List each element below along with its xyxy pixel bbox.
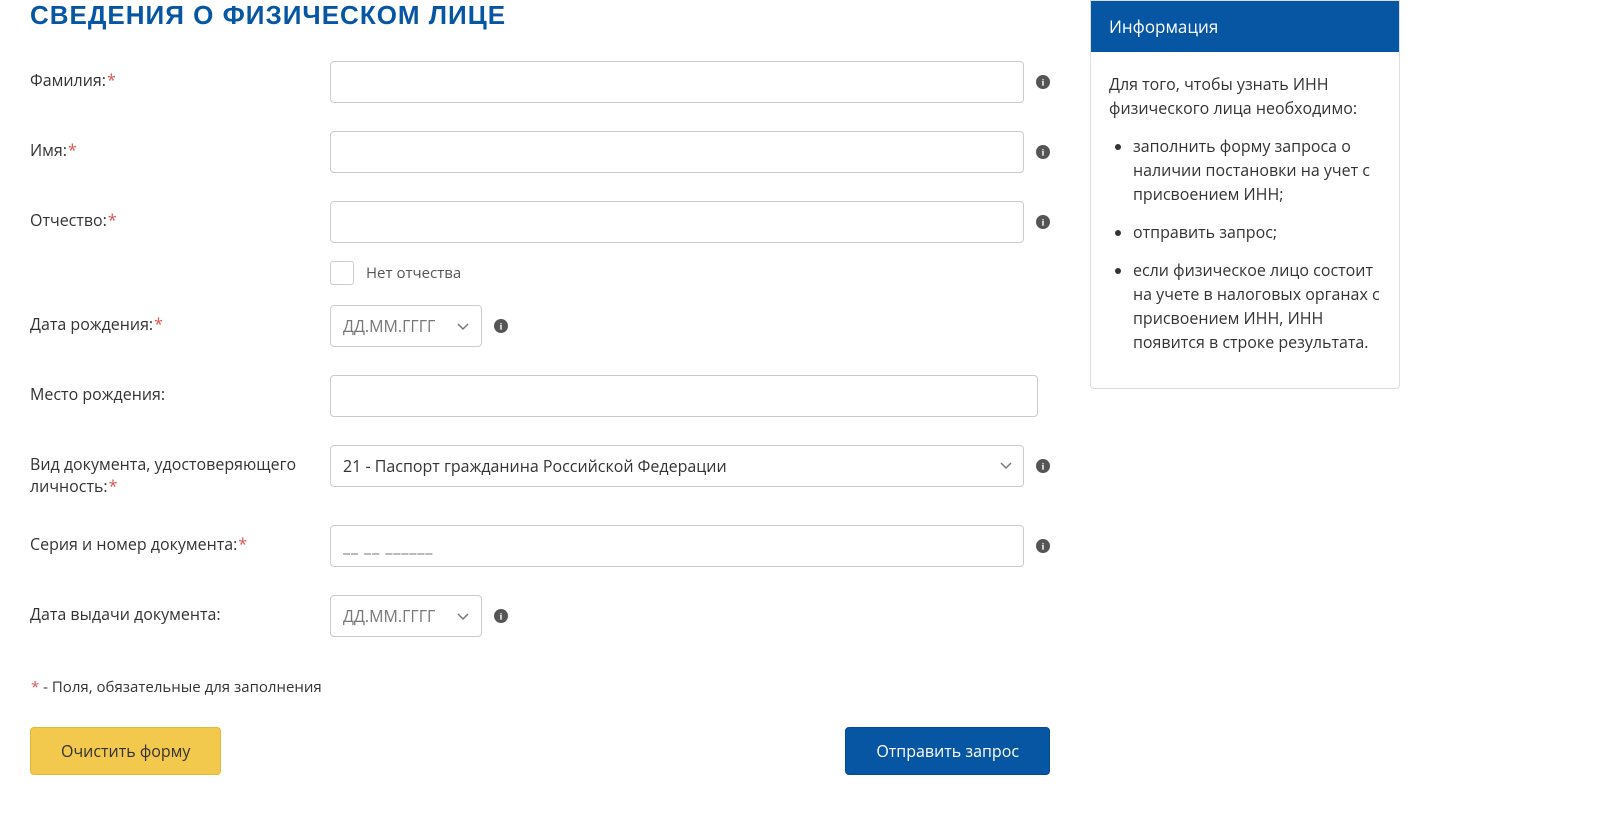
birth-date-row: Дата рождения:* ДД.ММ.ГГГГ i xyxy=(30,305,1050,347)
info-icon[interactable]: i xyxy=(494,609,508,623)
page-title: СВЕДЕНИЯ О ФИЗИЧЕСКОМ ЛИЦЕ xyxy=(30,0,1050,31)
name-label: Имя:* xyxy=(30,131,330,161)
svg-text:i: i xyxy=(500,612,503,623)
doc-number-row: Серия и номер документа:* i xyxy=(30,525,1050,567)
doc-number-label: Серия и номер документа:* xyxy=(30,525,330,555)
svg-text:i: i xyxy=(500,322,503,333)
no-patronymic-checkbox[interactable] xyxy=(330,261,354,285)
sidebar: Информация Для того, чтобы узнать ИНН фи… xyxy=(1090,0,1400,795)
info-list-item: отправить запрос; xyxy=(1133,220,1381,244)
no-patronymic-label: Нет отчества xyxy=(366,263,461,283)
required-star: * xyxy=(109,475,118,497)
no-patronymic-wrap: Нет отчества xyxy=(330,261,1050,285)
svg-text:i: i xyxy=(1042,542,1045,553)
required-star: * xyxy=(238,533,247,555)
button-row: Очистить форму Отправить запрос xyxy=(30,727,1050,775)
name-input[interactable] xyxy=(330,131,1024,173)
birth-place-label: Место рождения: xyxy=(30,375,330,405)
info-icon[interactable]: i xyxy=(494,319,508,333)
doc-type-label: Вид документа, удостоверяющего личность:… xyxy=(30,445,330,497)
doc-date-label: Дата выдачи документа: xyxy=(30,595,330,625)
birth-place-input[interactable] xyxy=(330,375,1038,417)
info-panel-header: Информация xyxy=(1091,1,1399,52)
patronymic-label: Отчество:* xyxy=(30,201,330,231)
info-list-item: заполнить форму запроса о наличии постан… xyxy=(1133,134,1381,206)
info-panel: Информация Для того, чтобы узнать ИНН фи… xyxy=(1090,0,1400,389)
required-star: * xyxy=(154,313,163,335)
info-icon[interactable]: i xyxy=(1036,145,1050,159)
chevron-down-icon xyxy=(457,605,469,627)
required-note: * - Поля, обязательные для заполнения xyxy=(30,677,1050,697)
patronymic-input[interactable] xyxy=(330,201,1024,243)
birth-date-label: Дата рождения:* xyxy=(30,305,330,335)
info-list-item: если физическое лицо состоит на учете в … xyxy=(1133,258,1381,354)
name-row: Имя:* i xyxy=(30,131,1050,173)
doc-type-select[interactable]: 21 - Паспорт гражданина Российской Федер… xyxy=(330,445,1024,487)
svg-text:i: i xyxy=(1042,148,1045,159)
patronymic-row: Отчество:* i xyxy=(30,201,1050,243)
doc-date-input[interactable]: ДД.ММ.ГГГГ xyxy=(330,595,482,637)
birth-date-input[interactable]: ДД.ММ.ГГГГ xyxy=(330,305,482,347)
submit-button[interactable]: Отправить запрос xyxy=(845,727,1050,775)
doc-type-row: Вид документа, удостоверяющего личность:… xyxy=(30,445,1050,497)
required-star: * xyxy=(107,69,116,91)
required-star: * xyxy=(68,139,77,161)
svg-text:i: i xyxy=(1042,78,1045,89)
info-intro: Для того, чтобы узнать ИНН физического л… xyxy=(1109,72,1381,120)
clear-button[interactable]: Очистить форму xyxy=(30,727,221,775)
svg-text:i: i xyxy=(1042,218,1045,229)
surname-input[interactable] xyxy=(330,61,1024,103)
birth-place-row: Место рождения: xyxy=(30,375,1050,417)
info-icon[interactable]: i xyxy=(1036,539,1050,553)
doc-number-input[interactable] xyxy=(330,525,1024,567)
surname-label: Фамилия:* xyxy=(30,61,330,91)
svg-text:i: i xyxy=(1042,462,1045,473)
chevron-down-icon xyxy=(457,315,469,337)
required-star: * xyxy=(108,209,117,231)
info-icon[interactable]: i xyxy=(1036,215,1050,229)
doc-date-row: Дата выдачи документа: ДД.ММ.ГГГГ i xyxy=(30,595,1050,637)
info-panel-body: Для того, чтобы узнать ИНН физического л… xyxy=(1091,52,1399,388)
surname-row: Фамилия:* i xyxy=(30,61,1050,103)
info-icon[interactable]: i xyxy=(1036,459,1050,473)
info-icon[interactable]: i xyxy=(1036,75,1050,89)
